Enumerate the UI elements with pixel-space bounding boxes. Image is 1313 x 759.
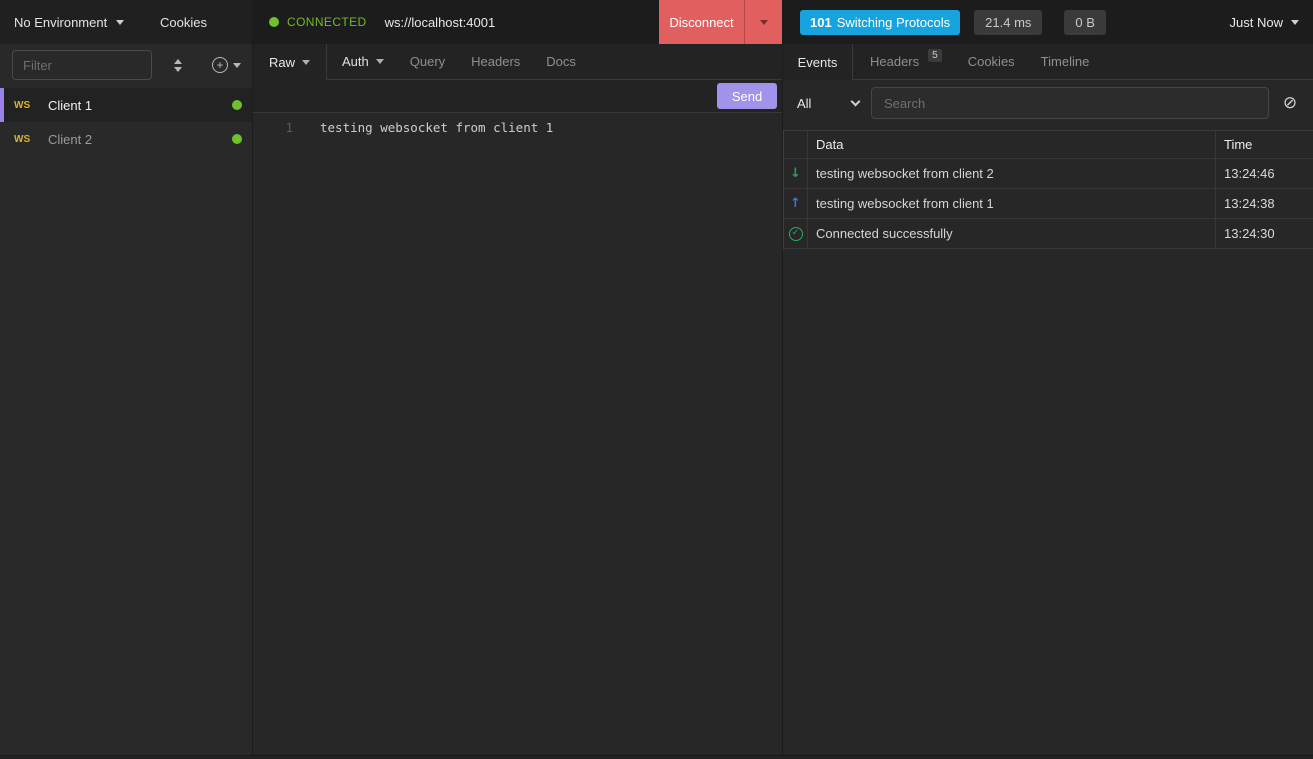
chevron-down-icon	[760, 20, 768, 25]
plus-circle-icon: +	[212, 57, 228, 73]
ban-icon: ⊘	[1283, 95, 1297, 112]
chevron-down-icon	[1291, 20, 1299, 25]
icon-column-header	[784, 131, 808, 158]
history-label: Just Now	[1230, 15, 1283, 30]
tab-auth-label: Auth	[342, 54, 369, 69]
bottom-divider	[0, 755, 1313, 759]
status-text: Switching Protocols	[837, 15, 950, 30]
events-table: Data Time ↓ testing websocket from clien…	[783, 130, 1313, 249]
disconnect-button-group: Disconnect	[659, 0, 782, 44]
event-time: 13:24:38	[1216, 189, 1313, 218]
arrow-down-icon: ↓	[790, 166, 801, 181]
sidebar: No Environment Cookies + WS Client 1	[0, 0, 252, 755]
event-data: testing websocket from client 1	[808, 189, 1216, 218]
arrow-up-icon: ↑	[790, 196, 801, 211]
ws-method-tag: WS	[14, 134, 48, 145]
environment-label: No Environment	[14, 15, 107, 30]
event-type-select[interactable]: All	[795, 96, 867, 111]
connected-dot-icon	[232, 134, 242, 144]
data-column-header: Data	[808, 131, 1216, 158]
clear-events-button[interactable]: ⊘	[1279, 95, 1301, 112]
event-data: Connected successfully	[808, 219, 1216, 248]
sort-button[interactable]	[170, 55, 186, 76]
disconnect-options-button[interactable]	[744, 0, 782, 44]
body-type-label: Raw	[269, 55, 295, 70]
chevron-down-icon	[302, 60, 310, 65]
body-type-dropdown[interactable]: Raw	[253, 44, 326, 80]
cookies-link[interactable]: Cookies	[160, 15, 207, 30]
events-filter-row: All ⊘	[783, 80, 1313, 126]
chevron-down-icon	[851, 96, 861, 106]
app-window: No Environment Cookies + WS Client 1	[0, 0, 1313, 759]
response-tab-bar: Events Headers 5 Cookies Timeline	[783, 44, 1313, 80]
tab-headers[interactable]: Headers	[458, 44, 533, 79]
history-dropdown[interactable]: Just Now	[1230, 15, 1299, 30]
tab-query[interactable]: Query	[397, 44, 458, 79]
response-tabs: Headers 5 Cookies Timeline	[852, 44, 1313, 80]
status-code: 101	[810, 15, 832, 30]
time-column-header: Time	[1216, 131, 1313, 158]
filter-input[interactable]	[12, 50, 152, 80]
request-panel: CONNECTED ws://localhost:4001 Disconnect…	[252, 0, 783, 755]
table-row-event-received[interactable]: ↓ testing websocket from client 2 13:24:…	[784, 159, 1313, 189]
connection-status-dot-icon	[269, 17, 279, 27]
table-row-event-connected[interactable]: ✓ Connected successfully 13:24:30	[784, 219, 1313, 249]
status-badge: 101 Switching Protocols	[800, 10, 960, 35]
event-time: 13:24:30	[1216, 219, 1313, 248]
sort-down-icon	[174, 67, 182, 72]
tab-response-headers[interactable]: Headers 5	[857, 44, 955, 79]
sidebar-header: No Environment Cookies	[0, 0, 252, 44]
sort-up-icon	[174, 59, 182, 64]
connection-status-label: CONNECTED	[287, 15, 367, 29]
editor-line: 1 testing websocket from client 1	[253, 120, 782, 135]
request-name: Client 1	[48, 98, 232, 113]
line-number: 1	[253, 120, 293, 135]
response-size-badge: 0 B	[1064, 10, 1106, 35]
request-list: WS Client 1 WS Client 2	[0, 88, 252, 156]
tab-headers-label: Headers	[870, 54, 919, 69]
headers-count-badge: 5	[928, 49, 942, 62]
event-data: testing websocket from client 2	[808, 159, 1216, 188]
chevron-down-icon	[233, 63, 241, 68]
ws-method-tag: WS	[14, 100, 48, 111]
tab-auth[interactable]: Auth	[329, 44, 397, 79]
response-panel: 101 Switching Protocols 21.4 ms 0 B Just…	[783, 0, 1313, 755]
tab-response-cookies[interactable]: Cookies	[955, 44, 1028, 79]
chevron-down-icon	[376, 59, 384, 64]
chevron-down-icon	[116, 20, 124, 25]
table-header-row: Data Time	[784, 131, 1313, 159]
editor-text: testing websocket from client 1	[320, 120, 553, 135]
sidebar-filter-row: +	[0, 44, 252, 86]
request-tab-bar: Raw Auth Query Headers Docs	[253, 44, 782, 80]
connected-dot-icon	[232, 100, 242, 110]
request-tabs: Auth Query Headers Docs	[326, 44, 782, 80]
url-bar: CONNECTED ws://localhost:4001 Disconnect	[253, 0, 782, 44]
table-row-event-sent[interactable]: ↑ testing websocket from client 1 13:24:…	[784, 189, 1313, 219]
send-button[interactable]: Send	[717, 83, 777, 109]
add-request-button[interactable]: +	[212, 57, 241, 73]
message-editor[interactable]: 1 testing websocket from client 1	[253, 113, 782, 755]
event-time: 13:24:46	[1216, 159, 1313, 188]
check-circle-icon: ✓	[789, 227, 803, 241]
tab-docs[interactable]: Docs	[533, 44, 589, 79]
disconnect-button[interactable]: Disconnect	[659, 0, 744, 44]
response-time-badge: 21.4 ms	[974, 10, 1042, 35]
tab-timeline[interactable]: Timeline	[1028, 44, 1103, 79]
send-row: Send	[253, 80, 782, 113]
environment-dropdown[interactable]: No Environment	[14, 15, 124, 30]
sidebar-item-client-1[interactable]: WS Client 1	[0, 88, 252, 122]
tab-events[interactable]: Events	[783, 44, 852, 80]
sidebar-item-client-2[interactable]: WS Client 2	[0, 122, 252, 156]
websocket-url-input[interactable]: ws://localhost:4001	[385, 15, 496, 30]
response-header: 101 Switching Protocols 21.4 ms 0 B Just…	[783, 0, 1313, 44]
events-search-input[interactable]	[871, 87, 1269, 119]
request-name: Client 2	[48, 132, 232, 147]
event-type-value: All	[797, 96, 811, 111]
